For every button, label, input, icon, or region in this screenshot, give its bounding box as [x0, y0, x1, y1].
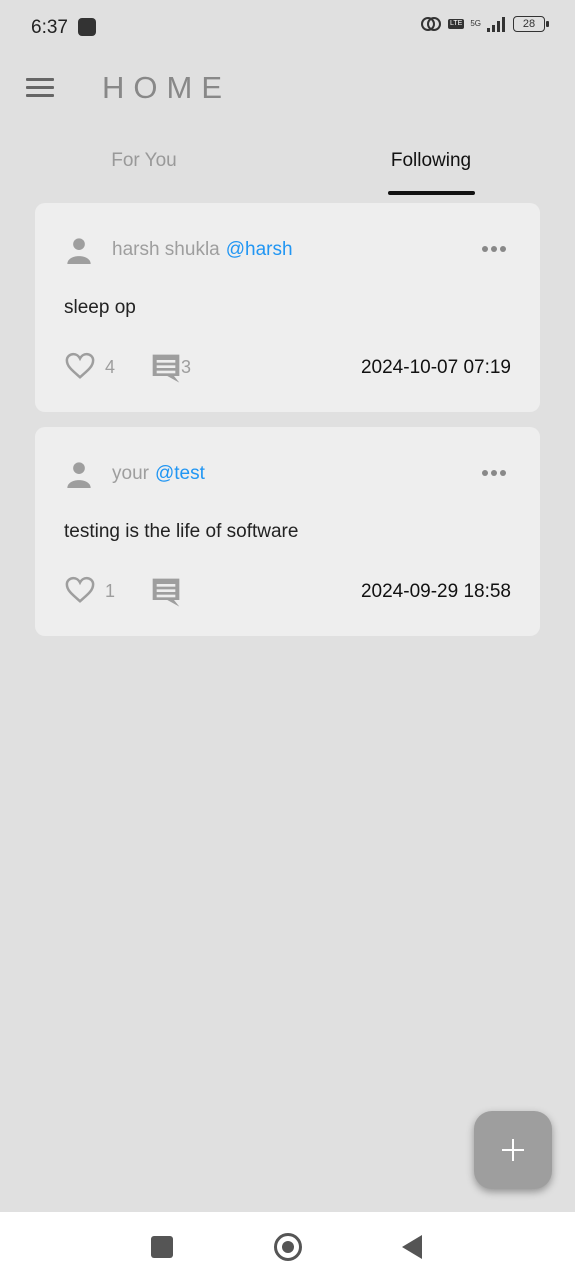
post-text: testing is the life of software	[64, 521, 299, 542]
app-notification-icon	[78, 18, 96, 36]
author-handle[interactable]: @harsh	[226, 239, 293, 260]
feed-tabs: For You Following	[0, 134, 575, 196]
recents-icon[interactable]	[151, 1236, 173, 1258]
more-horizontal-icon[interactable]	[482, 241, 508, 257]
like-count: 1	[105, 581, 116, 601]
page-title: HOME	[102, 70, 231, 105]
status-bar: 6:37 LTE 5G 28	[0, 0, 575, 56]
back-icon[interactable]	[402, 1235, 422, 1259]
author-name: harsh shukla	[112, 239, 220, 260]
person-icon	[67, 462, 91, 488]
battery-icon: 28	[513, 16, 549, 32]
person-icon	[67, 238, 91, 264]
post-card[interactable]: harsh shukla @harsh sleep op 4 3 2024-10-…	[35, 203, 540, 412]
post-card[interactable]: your @test testing is the life of softwar…	[35, 427, 540, 636]
system-nav-bar	[0, 1212, 575, 1280]
comment-count: 3	[181, 357, 192, 377]
more-horizontal-icon[interactable]	[482, 465, 508, 481]
post-author: harsh shukla @harsh	[112, 239, 293, 261]
comment-icon[interactable]	[150, 576, 182, 608]
tab-following[interactable]: Following	[362, 134, 500, 196]
signal-icon	[487, 17, 505, 32]
link-icon	[421, 17, 441, 31]
menu-icon[interactable]	[26, 78, 54, 100]
comment-icon[interactable]	[150, 352, 182, 384]
tab-for-you[interactable]: For You	[72, 134, 216, 196]
author-name: your	[112, 463, 149, 484]
post-author: your @test	[112, 463, 205, 485]
status-indicators: LTE 5G 28	[420, 16, 549, 32]
app-bar: HOME	[0, 56, 575, 122]
lte-badge: LTE	[448, 19, 465, 29]
new-post-button[interactable]	[474, 1111, 552, 1189]
post-text: sleep op	[64, 297, 136, 318]
post-timestamp: 2024-09-29 18:58	[360, 581, 511, 602]
heart-outline-icon[interactable]	[65, 352, 95, 380]
like-count: 4	[105, 357, 116, 377]
heart-outline-icon[interactable]	[65, 576, 95, 604]
plus-icon	[502, 1139, 524, 1161]
home-nav-icon[interactable]	[274, 1233, 302, 1261]
author-handle[interactable]: @test	[155, 463, 205, 484]
network-label: 5G	[470, 19, 481, 28]
status-time: 6:37	[31, 17, 68, 38]
post-timestamp: 2024-10-07 07:19	[360, 357, 511, 378]
tab-indicator	[388, 191, 475, 195]
